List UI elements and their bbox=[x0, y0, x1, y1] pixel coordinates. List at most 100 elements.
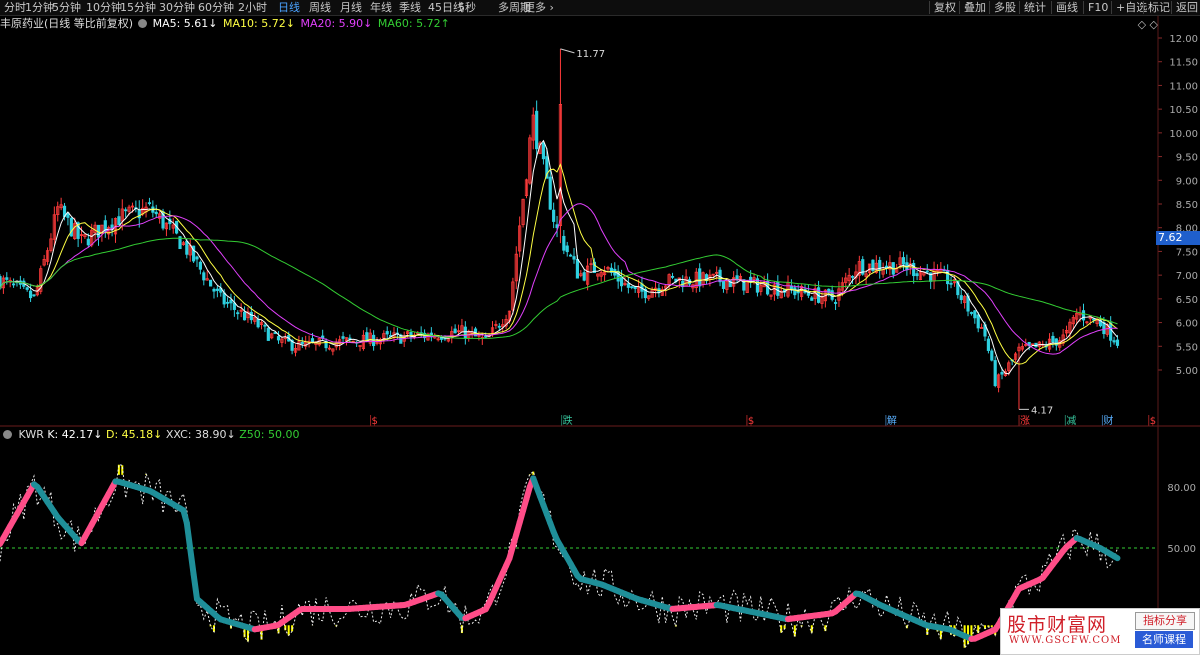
price-axis-label: 6.50 bbox=[1176, 295, 1198, 306]
candle-body bbox=[915, 273, 919, 277]
ma60-line bbox=[0, 237, 1118, 340]
candle-body bbox=[185, 240, 189, 255]
candle-body bbox=[32, 294, 36, 297]
candle-body bbox=[86, 238, 90, 246]
event-tag: $ bbox=[372, 416, 378, 427]
candle-body bbox=[147, 202, 152, 205]
candle-body bbox=[117, 216, 121, 225]
price-axis-label: 6.00 bbox=[1176, 319, 1198, 330]
candle-body bbox=[25, 287, 29, 290]
candle-body bbox=[969, 312, 974, 314]
k-ribbon-segment bbox=[187, 545, 197, 578]
candle-body bbox=[850, 275, 855, 278]
k-ribbon-segment bbox=[1111, 553, 1121, 562]
event-tag: 跌 bbox=[563, 414, 573, 427]
candle-body bbox=[242, 311, 247, 321]
candle-body bbox=[236, 312, 240, 315]
candle-body bbox=[266, 327, 270, 341]
indicator-axis-label: 50.00 bbox=[1167, 544, 1196, 555]
candle-body bbox=[215, 288, 219, 291]
candle-body bbox=[993, 360, 997, 387]
candle-body bbox=[548, 176, 552, 210]
event-tag: $ bbox=[1150, 416, 1156, 427]
candle-body bbox=[154, 211, 158, 215]
d-readout: D: 45.18↓ bbox=[105, 428, 163, 441]
candle-body bbox=[453, 328, 457, 334]
price-axis-label: 9.50 bbox=[1176, 153, 1198, 164]
candle-body bbox=[209, 279, 213, 287]
price-axis-label: 7.50 bbox=[1176, 247, 1198, 258]
current-price-tag: 7.62 bbox=[1156, 231, 1200, 245]
candle-body bbox=[1051, 335, 1055, 343]
candle-body bbox=[195, 256, 199, 260]
candle-body bbox=[670, 275, 675, 278]
candle-body bbox=[810, 297, 814, 301]
candle-body bbox=[1092, 318, 1096, 321]
candle-body bbox=[276, 336, 281, 341]
watermark-url: WWW.GSCFW.COM bbox=[1009, 635, 1122, 646]
candle-body bbox=[949, 282, 953, 285]
candle-body bbox=[572, 256, 576, 260]
candle-body bbox=[263, 324, 267, 327]
candle-body bbox=[990, 350, 994, 361]
price-axis-label: 7.00 bbox=[1176, 271, 1198, 282]
candle-body bbox=[793, 287, 797, 296]
candle-body bbox=[789, 286, 793, 289]
candle-body bbox=[124, 209, 128, 212]
candle-body bbox=[698, 268, 702, 287]
event-tag: 减 bbox=[1066, 415, 1076, 427]
candle-body bbox=[225, 301, 230, 304]
chart-canvas[interactable]: 12.0011.5011.0010.5010.009.509.008.508.0… bbox=[0, 0, 1200, 655]
candle-body bbox=[249, 311, 253, 321]
candle-body bbox=[630, 286, 634, 288]
candle-body bbox=[976, 314, 980, 329]
candle-body bbox=[552, 209, 556, 222]
candle-body bbox=[1112, 340, 1116, 343]
candle-body bbox=[986, 338, 990, 351]
candle-body bbox=[202, 272, 206, 281]
candle-body bbox=[569, 254, 573, 257]
indicator-header: KWR K: 42.17↓ D: 45.18↓ XXC: 38.90↓ Z50:… bbox=[0, 427, 299, 443]
candle-body bbox=[341, 336, 345, 339]
candle-body bbox=[565, 245, 569, 253]
price-axis-label: 9.00 bbox=[1176, 176, 1198, 187]
price-axis-label: 10.50 bbox=[1169, 105, 1198, 116]
candle-body bbox=[198, 261, 202, 270]
xxc-readout: XXC: 38.90↓ bbox=[165, 428, 236, 441]
high-marker-line bbox=[560, 48, 575, 54]
k-ribbon-segment bbox=[183, 519, 194, 552]
candle-body bbox=[575, 258, 580, 279]
candle-body bbox=[721, 280, 726, 289]
indicator-share-button[interactable]: 指标分享 bbox=[1135, 612, 1195, 630]
watermark-title: 股市财富网 bbox=[1007, 614, 1108, 636]
price-axis-label: 12.00 bbox=[1169, 34, 1198, 45]
site-watermark[interactable]: 股市财富网 WWW.GSCFW.COM 指标分享 名师课程 bbox=[1000, 608, 1200, 655]
candle-body bbox=[385, 331, 389, 335]
candle-body bbox=[1000, 371, 1004, 375]
low-price-label: 4.17 bbox=[1031, 405, 1053, 416]
candle-body bbox=[541, 142, 546, 160]
event-tag: 解 bbox=[887, 414, 897, 427]
candle-body bbox=[484, 335, 488, 338]
high-price-label: 11.77 bbox=[576, 49, 605, 60]
candle-body bbox=[626, 283, 630, 288]
candle-body bbox=[497, 325, 501, 328]
candle-body bbox=[1109, 322, 1113, 341]
price-axis-label: 11.50 bbox=[1169, 58, 1198, 69]
course-button[interactable]: 名师课程 bbox=[1135, 631, 1193, 648]
candle-body bbox=[28, 290, 33, 299]
candle-body bbox=[562, 235, 566, 251]
event-tag: 财 bbox=[1103, 414, 1113, 427]
candle-body bbox=[222, 292, 226, 305]
candle-body bbox=[229, 299, 233, 304]
k-readout: K: 42.17↓ bbox=[47, 428, 103, 441]
ma5-line bbox=[0, 139, 1118, 375]
candle-body bbox=[463, 326, 467, 339]
indicator-settings-icon[interactable] bbox=[3, 430, 12, 439]
candle-body bbox=[1102, 322, 1106, 335]
k-ribbon-segment bbox=[190, 571, 201, 602]
candle-body bbox=[212, 288, 216, 292]
candle-body bbox=[959, 295, 963, 301]
price-axis-label: 5.50 bbox=[1176, 342, 1198, 353]
candle-body bbox=[535, 110, 539, 150]
